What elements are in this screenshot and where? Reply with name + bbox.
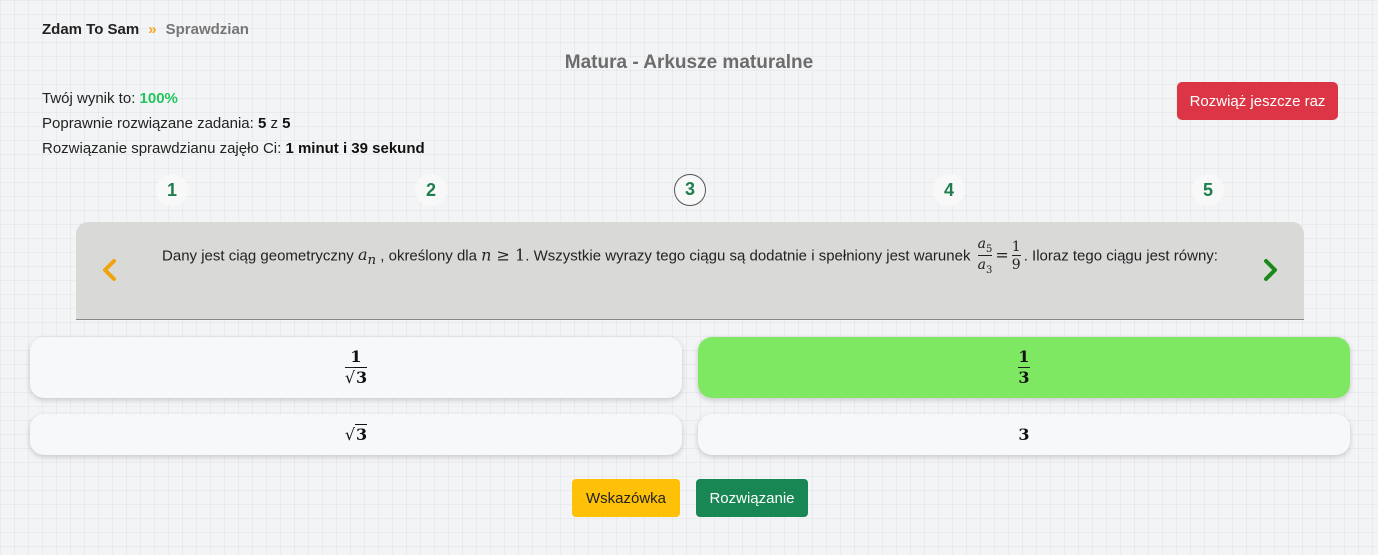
breadcrumb-home-link[interactable]: Zdam To Sam xyxy=(42,21,139,38)
var-a: a xyxy=(357,245,368,265)
hint-button[interactable]: Wskazówka xyxy=(572,479,680,517)
answer-option-d[interactable]: 3 xyxy=(698,414,1350,455)
rhs-fraction: 19 xyxy=(1011,239,1021,274)
num-var: a xyxy=(977,236,986,252)
correct-line: Poprawnie rozwiązane zadania: 5 z 5 xyxy=(42,111,425,136)
answer-a-fraction: 1 √3 xyxy=(344,347,368,387)
answer-b-fraction: 1 3 xyxy=(1018,347,1030,387)
cond-rel: ≥ 1 xyxy=(491,245,526,265)
correct-label: Poprawnie rozwiązane zadania: xyxy=(42,115,258,132)
question-text-3: . Wszystkie wyrazy tego ciągu są dodatni… xyxy=(525,247,975,265)
equals-sign: = xyxy=(995,245,1009,265)
question-nav-4[interactable]: 4 xyxy=(933,174,965,206)
var-n-sub: n xyxy=(367,253,377,269)
correct-total: 5 xyxy=(282,115,291,132)
page-title: Matura - Arkusze maturalne xyxy=(564,52,814,73)
question-text-1: Dany jest ciąg geometryczny xyxy=(162,247,358,265)
next-question-button[interactable] xyxy=(1252,252,1288,288)
answer-c-radicand: 3 xyxy=(355,424,368,444)
breadcrumb: Zdam To Sam » Sprawdzian xyxy=(42,21,249,38)
time-value: 1 minut i 39 sekund xyxy=(285,140,425,157)
retry-button[interactable]: Rozwiąż jeszcze raz xyxy=(1177,82,1338,120)
question-nav-1[interactable]: 1 xyxy=(156,174,188,206)
double-chevron-icon: » xyxy=(148,21,157,38)
time-line: Rozwiązanie sprawdzianu zajęło Ci: 1 min… xyxy=(42,136,425,161)
solution-button[interactable]: Rozwiązanie xyxy=(696,479,808,517)
chevron-right-icon xyxy=(1264,259,1277,281)
question-text: Dany jest ciąg geometryczny an , określo… xyxy=(142,236,1238,279)
answer-option-c[interactable]: √3 xyxy=(30,414,682,455)
rhs-den: 9 xyxy=(1011,255,1021,274)
time-label: Rozwiązanie sprawdzianu zajęło Ci: xyxy=(42,140,286,157)
answer-option-a[interactable]: 1 √3 xyxy=(30,337,682,398)
answer-option-b[interactable]: 1 3 xyxy=(698,337,1350,398)
answer-a-den: √3 xyxy=(344,366,368,387)
cond-n: n xyxy=(481,245,492,265)
score-value: 100% xyxy=(139,90,178,107)
question-nav-5[interactable]: 5 xyxy=(1192,174,1224,206)
answer-d-value: 3 xyxy=(1018,425,1030,444)
question-card: Dany jest ciąg geometryczny an , określo… xyxy=(76,222,1304,320)
score-label: Twój wynik to: xyxy=(42,90,140,107)
answer-a-num: 1 xyxy=(350,347,362,367)
breadcrumb-current: Sprawdzian xyxy=(165,21,249,38)
num-sub: 5 xyxy=(985,243,993,255)
rhs-num: 1 xyxy=(1011,239,1021,256)
results-summary: Twój wynik to: 100% Poprawnie rozwiązane… xyxy=(42,86,425,161)
den-sub: 3 xyxy=(985,265,993,277)
answer-c-sqrt: √3 xyxy=(344,424,368,444)
answer-b-den: 3 xyxy=(1018,366,1030,387)
question-text-4: . Iloraz tego ciągu jest równy: xyxy=(1023,247,1218,265)
prev-question-button[interactable] xyxy=(92,252,128,288)
question-nav-2[interactable]: 2 xyxy=(415,174,447,206)
ratio-fraction: a5 a3 xyxy=(977,236,993,277)
correct-of: z xyxy=(266,115,283,132)
sqrt-symbol: √3 xyxy=(344,366,368,387)
answer-b-num: 1 xyxy=(1018,347,1030,367)
chevron-left-icon xyxy=(103,259,116,281)
var-a-n: an xyxy=(357,245,376,268)
answer-a-radicand: 3 xyxy=(355,366,368,387)
den-var: a xyxy=(977,257,986,274)
score-line: Twój wynik to: 100% xyxy=(42,86,425,111)
question-text-2: , określony dla xyxy=(376,247,482,265)
question-nav-3[interactable]: 3 xyxy=(674,174,706,206)
